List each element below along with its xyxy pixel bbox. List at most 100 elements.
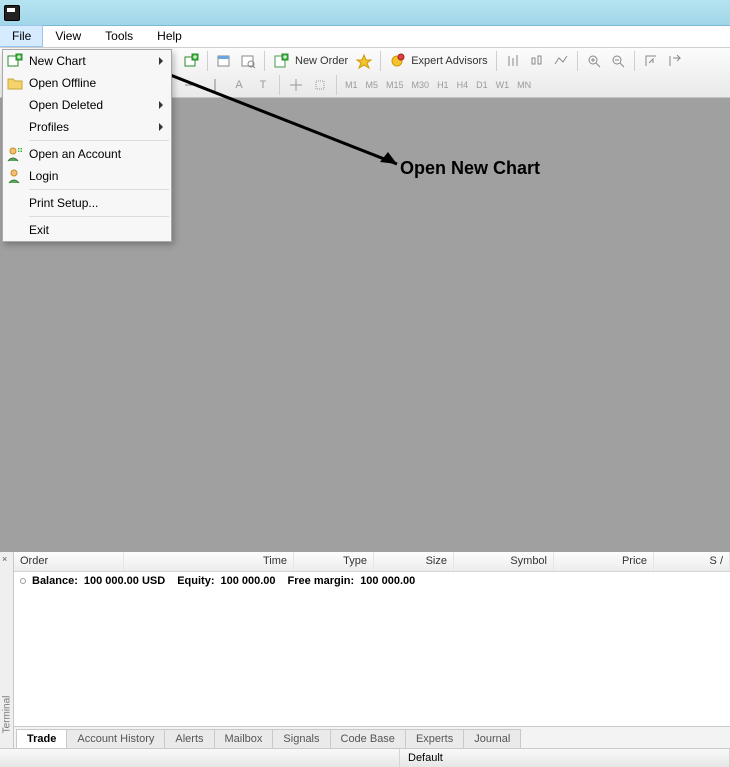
col-time[interactable]: Time bbox=[124, 552, 294, 571]
menu-item-label: Login bbox=[29, 169, 58, 183]
horizontal-line-icon[interactable] bbox=[180, 74, 202, 96]
menu-open-offline[interactable]: Open Offline bbox=[3, 72, 171, 94]
profile-icon[interactable] bbox=[213, 50, 235, 72]
menu-open-deleted[interactable]: Open Deleted bbox=[3, 94, 171, 116]
toolbar-separator bbox=[496, 51, 497, 71]
timeframe-m1[interactable]: M1 bbox=[342, 80, 361, 90]
menu-exit[interactable]: Exit bbox=[3, 219, 171, 241]
file-dropdown: New Chart Open Offline Open Deleted Prof… bbox=[2, 49, 172, 242]
close-icon[interactable]: × bbox=[2, 554, 7, 564]
col-symbol[interactable]: Symbol bbox=[454, 552, 554, 571]
autotrading-icon[interactable] bbox=[353, 50, 375, 72]
menu-item-label: Exit bbox=[29, 223, 49, 237]
timeframe-m5[interactable]: M5 bbox=[363, 80, 382, 90]
new-chart-icon bbox=[7, 53, 23, 69]
timeframe-h1[interactable]: H1 bbox=[434, 80, 452, 90]
submenu-arrow-icon bbox=[159, 123, 163, 131]
timeframe-m15[interactable]: M15 bbox=[383, 80, 407, 90]
toolbar-separator bbox=[207, 51, 208, 71]
terminal-tabs: Trade Account History Alerts Mailbox Sig… bbox=[14, 726, 730, 748]
tab-mailbox[interactable]: Mailbox bbox=[214, 729, 273, 748]
timeframe-mn[interactable]: MN bbox=[514, 80, 534, 90]
col-sl[interactable]: S / bbox=[654, 552, 730, 571]
cursor-icon[interactable] bbox=[309, 74, 331, 96]
free-margin-value: 100 000.00 bbox=[360, 575, 415, 587]
new-order-icon[interactable] bbox=[270, 50, 292, 72]
bar-chart-icon[interactable] bbox=[502, 50, 524, 72]
expert-advisors-label[interactable]: Expert Advisors bbox=[410, 55, 490, 67]
tab-journal[interactable]: Journal bbox=[463, 729, 521, 748]
tab-alerts[interactable]: Alerts bbox=[164, 729, 213, 748]
submenu-arrow-icon bbox=[159, 101, 163, 109]
menu-profiles[interactable]: Profiles bbox=[3, 116, 171, 138]
toolbar-separator bbox=[336, 75, 337, 95]
zoom-out-icon[interactable] bbox=[607, 50, 629, 72]
terminal-side-label: Terminal bbox=[1, 696, 12, 734]
col-order[interactable]: Order bbox=[14, 552, 124, 571]
timeframe-w1[interactable]: W1 bbox=[493, 80, 513, 90]
tab-experts[interactable]: Experts bbox=[405, 729, 463, 748]
timeframe-d1[interactable]: D1 bbox=[473, 80, 491, 90]
menu-item-label: Profiles bbox=[29, 120, 69, 134]
terminal-header-row: Order Time Type Size Symbol Price S / bbox=[14, 552, 730, 572]
scroll-icon[interactable] bbox=[640, 50, 662, 72]
row-bullet-icon bbox=[20, 578, 26, 584]
col-price[interactable]: Price bbox=[554, 552, 654, 571]
tab-signals[interactable]: Signals bbox=[272, 729, 329, 748]
expert-advisors-icon[interactable] bbox=[386, 50, 408, 72]
menu-item-label: Open Offline bbox=[29, 76, 96, 90]
line-chart-icon[interactable] bbox=[550, 50, 572, 72]
menu-item-label: New Chart bbox=[29, 54, 86, 68]
annotation-label: Open New Chart bbox=[400, 158, 540, 179]
crosshair-icon[interactable] bbox=[285, 74, 307, 96]
balance-row[interactable]: Balance: 100 000.00 USD Equity: 100 000.… bbox=[14, 572, 730, 590]
free-margin-label: Free margin: bbox=[288, 575, 355, 587]
terminal-sidebar: × Terminal bbox=[0, 552, 14, 748]
zoom-in-icon[interactable] bbox=[583, 50, 605, 72]
menu-item-label: Print Setup... bbox=[29, 196, 98, 210]
toolbar-separator bbox=[279, 75, 280, 95]
submenu-arrow-icon bbox=[159, 57, 163, 65]
new-chart-toolbar-icon[interactable] bbox=[180, 50, 202, 72]
toolbar-separator bbox=[634, 51, 635, 71]
timeframe-m30[interactable]: M30 bbox=[409, 80, 433, 90]
menu-new-chart[interactable]: New Chart bbox=[3, 50, 171, 72]
col-type[interactable]: Type bbox=[294, 552, 374, 571]
equity-value: 100 000.00 bbox=[220, 575, 275, 587]
toolbar-separator bbox=[577, 51, 578, 71]
new-order-label[interactable]: New Order bbox=[294, 55, 351, 67]
menu-print-setup[interactable]: Print Setup... bbox=[3, 192, 171, 214]
folder-icon bbox=[7, 75, 23, 91]
person-add-icon bbox=[7, 146, 23, 162]
candle-chart-icon[interactable] bbox=[526, 50, 548, 72]
tab-code-base[interactable]: Code Base bbox=[330, 729, 405, 748]
tab-account-history[interactable]: Account History bbox=[66, 729, 164, 748]
shift-icon[interactable] bbox=[664, 50, 686, 72]
status-bar: Default bbox=[0, 748, 730, 767]
menu-help[interactable]: Help bbox=[145, 26, 194, 47]
status-default: Default bbox=[400, 749, 730, 767]
text-label-icon[interactable]: T bbox=[252, 74, 274, 96]
menu-view[interactable]: View bbox=[43, 26, 93, 47]
app-icon bbox=[4, 5, 20, 21]
equity-label: Equity: bbox=[177, 575, 214, 587]
person-icon bbox=[7, 168, 23, 184]
status-help bbox=[0, 749, 400, 767]
toolbar-separator bbox=[380, 51, 381, 71]
menu-login[interactable]: Login bbox=[3, 165, 171, 187]
menu-tools[interactable]: Tools bbox=[93, 26, 145, 47]
menu-open-account[interactable]: Open an Account bbox=[3, 143, 171, 165]
timeframe-h4[interactable]: H4 bbox=[454, 80, 472, 90]
menu-bar: File View Tools Help bbox=[0, 26, 730, 48]
menu-separator bbox=[29, 189, 169, 190]
toolbar-separator bbox=[264, 51, 265, 71]
title-bar bbox=[0, 0, 730, 26]
menu-file[interactable]: File bbox=[0, 25, 43, 47]
col-size[interactable]: Size bbox=[374, 552, 454, 571]
menu-separator bbox=[29, 216, 169, 217]
tab-trade[interactable]: Trade bbox=[16, 729, 66, 748]
text-icon[interactable]: A bbox=[228, 74, 250, 96]
balance-value: 100 000.00 USD bbox=[84, 575, 165, 587]
market-watch-icon[interactable] bbox=[237, 50, 259, 72]
vertical-line-icon[interactable] bbox=[204, 74, 226, 96]
